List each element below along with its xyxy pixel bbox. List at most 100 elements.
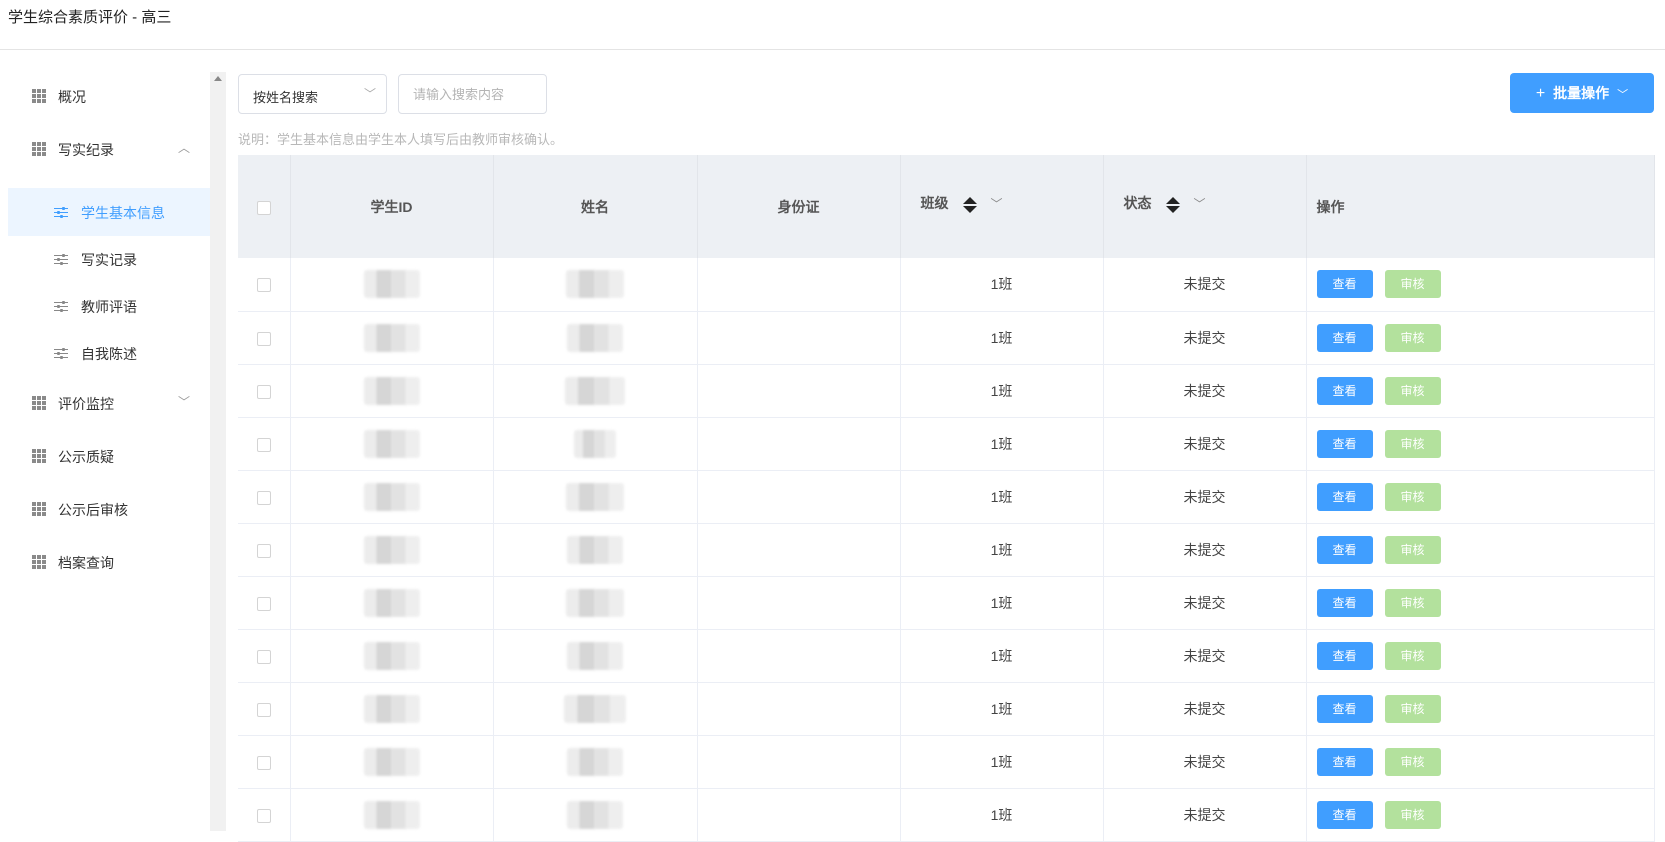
- sidebar-item-4[interactable]: 教师评语: [8, 282, 210, 330]
- id-card-cell: [697, 364, 901, 417]
- row-checkbox[interactable]: [256, 331, 271, 346]
- id-card-cell: [697, 470, 901, 523]
- col-class-header[interactable]: 班级 ﹀: [900, 155, 1104, 258]
- row-checkbox[interactable]: [256, 649, 271, 664]
- id-card-cell: [697, 311, 901, 364]
- actions-cell: 查看 审核: [1306, 788, 1655, 841]
- plus-icon: +: [1535, 85, 1546, 102]
- table-row: 1班 未提交 查看 审核: [238, 258, 1655, 311]
- table-row: 1班 未提交 查看 审核: [238, 735, 1655, 788]
- name-cell: [493, 523, 698, 576]
- row-checkbox[interactable]: [256, 808, 271, 823]
- sidebar-item-2[interactable]: 学生基本信息: [8, 188, 210, 236]
- student-id-cell: [290, 470, 494, 523]
- row-checkbox[interactable]: [256, 384, 271, 399]
- sidebar-item-5[interactable]: 自我陈述: [8, 329, 210, 377]
- sort-icon[interactable]: [1165, 196, 1180, 214]
- redacted-name: [567, 323, 623, 352]
- status-cell: 未提交: [1103, 417, 1307, 470]
- status-cell: 未提交: [1103, 682, 1307, 735]
- name-cell: [493, 311, 698, 364]
- row-checkbox[interactable]: [256, 543, 271, 558]
- row-checkbox[interactable]: [256, 490, 271, 505]
- sidebar-item-3[interactable]: 写实记录: [8, 235, 210, 283]
- student-id-cell: [290, 735, 494, 788]
- filter-chevron-icon[interactable]: ﹀: [1194, 195, 1206, 212]
- sidebar-item-7[interactable]: 公示质疑: [8, 432, 210, 480]
- sidebar-item-label: 档案查询: [58, 555, 114, 571]
- view-button[interactable]: 查看: [1316, 482, 1373, 511]
- status-cell: 未提交: [1103, 470, 1307, 523]
- view-button[interactable]: 查看: [1316, 694, 1373, 723]
- filter-chevron-icon[interactable]: ﹀: [991, 195, 1003, 212]
- audit-button[interactable]: 审核: [1384, 535, 1441, 564]
- redacted-student-id: [363, 270, 420, 299]
- student-id-cell: [290, 629, 494, 682]
- col-status-header[interactable]: 状态 ﹀: [1103, 155, 1307, 258]
- sidebar-item-9[interactable]: 档案查询: [8, 538, 210, 586]
- row-select-cell: [238, 735, 291, 788]
- student-id-cell: [290, 682, 494, 735]
- sidebar-item-0[interactable]: 概况: [8, 72, 210, 120]
- row-checkbox[interactable]: [256, 437, 271, 452]
- redacted-name: [566, 588, 624, 617]
- class-cell: 1班: [900, 682, 1104, 735]
- status-cell: 未提交: [1103, 364, 1307, 417]
- page-title: 学生综合素质评价 - 高三: [8, 9, 172, 26]
- redacted-student-id: [363, 429, 420, 458]
- view-button[interactable]: 查看: [1316, 270, 1373, 299]
- audit-button[interactable]: 审核: [1384, 376, 1441, 405]
- status-cell: 未提交: [1103, 258, 1307, 311]
- id-card-cell: [697, 682, 901, 735]
- sidebar-item-6[interactable]: 评价监控 ﹀: [8, 379, 210, 427]
- view-button[interactable]: 查看: [1316, 323, 1373, 352]
- audit-button[interactable]: 审核: [1384, 270, 1441, 299]
- view-button[interactable]: 查看: [1316, 747, 1373, 776]
- student-id-cell: [290, 788, 494, 841]
- name-cell: [493, 576, 698, 629]
- audit-button[interactable]: 审核: [1384, 800, 1441, 829]
- batch-operation-button[interactable]: + 批量操作 ﹀: [1510, 73, 1654, 113]
- view-button[interactable]: 查看: [1316, 376, 1373, 405]
- col-id-card: 身份证: [697, 155, 901, 258]
- row-checkbox[interactable]: [256, 278, 271, 293]
- view-button[interactable]: 查看: [1316, 800, 1373, 829]
- scroll-up-arrow-icon[interactable]: [214, 76, 222, 81]
- redacted-student-id: [363, 694, 420, 723]
- row-checkbox[interactable]: [256, 596, 271, 611]
- actions-cell: 查看 审核: [1306, 417, 1655, 470]
- view-button[interactable]: 查看: [1316, 429, 1373, 458]
- audit-button[interactable]: 审核: [1384, 323, 1441, 352]
- class-cell: 1班: [900, 311, 1104, 364]
- student-id-cell: [290, 258, 494, 311]
- search-mode-select[interactable]: 按姓名搜索 ﹀: [238, 74, 387, 114]
- row-select-cell: [238, 788, 291, 841]
- search-input[interactable]: [398, 74, 547, 114]
- view-button[interactable]: 查看: [1316, 588, 1373, 617]
- sidebar-scrollbar[interactable]: [210, 72, 226, 831]
- view-button[interactable]: 查看: [1316, 641, 1373, 670]
- audit-button[interactable]: 审核: [1384, 429, 1441, 458]
- view-button[interactable]: 查看: [1316, 535, 1373, 564]
- redacted-name: [565, 376, 625, 405]
- row-checkbox[interactable]: [256, 755, 271, 770]
- sort-icon[interactable]: [962, 196, 977, 214]
- audit-button[interactable]: 审核: [1384, 747, 1441, 776]
- row-checkbox[interactable]: [256, 702, 271, 717]
- redacted-student-id: [363, 800, 420, 829]
- sidebar-item-1[interactable]: 写实纪录 ︿: [8, 125, 210, 173]
- audit-button[interactable]: 审核: [1384, 641, 1441, 670]
- audit-button[interactable]: 审核: [1384, 482, 1441, 511]
- student-id-cell: [290, 576, 494, 629]
- table-row: 1班 未提交 查看 审核: [238, 682, 1655, 735]
- redacted-student-id: [363, 323, 420, 352]
- sidebar-item-label: 评价监控: [58, 396, 114, 412]
- actions-cell: 查看 审核: [1306, 629, 1655, 682]
- search-mode-value: 按姓名搜索: [253, 90, 319, 105]
- actions-cell: 查看 审核: [1306, 364, 1655, 417]
- sidebar-item-8[interactable]: 公示后审核: [8, 485, 210, 533]
- audit-button[interactable]: 审核: [1384, 588, 1441, 617]
- select-all-checkbox[interactable]: [256, 200, 271, 215]
- row-select-cell: [238, 311, 291, 364]
- audit-button[interactable]: 审核: [1384, 694, 1441, 723]
